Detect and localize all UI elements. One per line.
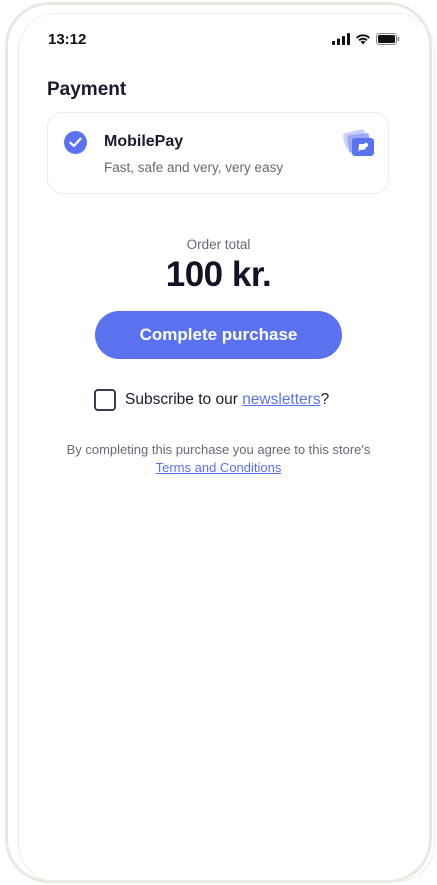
order-total-label: Order total (186, 237, 251, 252)
battery-icon (376, 32, 400, 50)
terms-link[interactable]: Terms and Conditions (156, 460, 282, 475)
signal-icon (332, 32, 350, 50)
subscribe-label: Subscribe to our newsletters? (125, 391, 329, 409)
newsletter-subscribe-row: Subscribe to our newsletters? (94, 388, 329, 411)
page-title: Payment (47, 79, 127, 100)
legal-text: By completing this purchase you agree to… (66, 442, 371, 457)
order-total-amount: 100 kr. (165, 255, 272, 294)
status-icons (332, 32, 400, 50)
subscribe-suffix: ? (320, 390, 330, 408)
payment-method-name: MobilePay (104, 133, 184, 150)
check-icon (64, 131, 87, 154)
wifi-icon (355, 32, 371, 50)
complete-purchase-button[interactable]: Complete purchase (95, 311, 342, 359)
status-time: 13:12 (48, 31, 87, 48)
subscribe-prefix: Subscribe to our (125, 390, 243, 408)
payment-method-mobilepay[interactable]: MobilePay Fast, safe and very, very easy (47, 112, 389, 194)
legal-notice: By completing this purchase you agree to… (0, 441, 437, 477)
mobilepay-logo-icon (340, 128, 378, 160)
status-bar: 13:12 (0, 0, 437, 80)
payment-method-description: Fast, safe and very, very easy (104, 160, 284, 175)
newsletters-link[interactable]: newsletters (242, 391, 320, 408)
newsletter-checkbox[interactable] (94, 388, 116, 411)
